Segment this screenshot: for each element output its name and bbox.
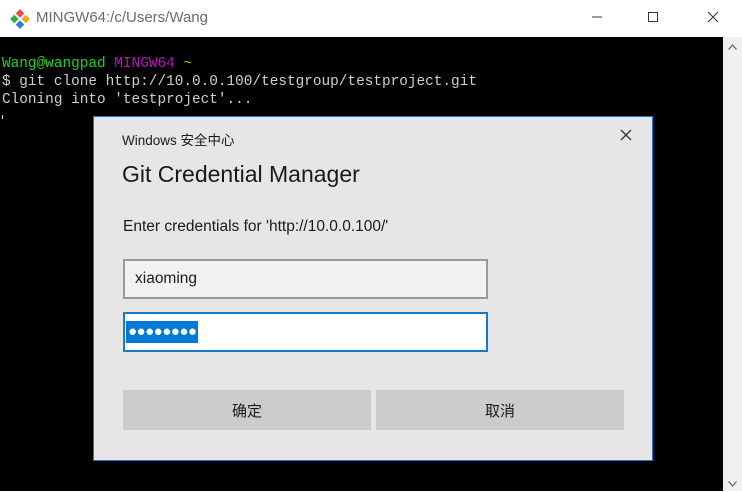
terminal-cursor	[2, 115, 3, 119]
dialog-close-button[interactable]	[609, 122, 643, 152]
username-field[interactable]	[123, 259, 488, 299]
minimize-icon	[591, 10, 603, 28]
maximize-button[interactable]	[630, 0, 676, 37]
password-field[interactable]: ●●●●●●●●	[123, 312, 488, 352]
vertical-scrollbar[interactable]	[723, 37, 742, 491]
maximize-icon	[647, 10, 659, 28]
window-title: MINGW64:/c/Users/Wang	[36, 9, 208, 26]
minimize-button[interactable]	[574, 0, 620, 37]
close-icon	[707, 10, 719, 28]
terminal-command-line: $ git clone http://10.0.0.100/testgroup/…	[2, 74, 477, 90]
ok-button[interactable]: 确定	[123, 390, 371, 430]
password-mask: ●●●●●●●●	[126, 321, 199, 343]
arrow-up-icon	[728, 37, 737, 55]
window-title-bar[interactable]: MINGW64:/c/Users/Wang	[0, 0, 742, 37]
terminal-output-line: Cloning into 'testproject'...	[2, 92, 253, 108]
terminal-prompt-line: Wang@wangpad MINGW64 ~	[2, 55, 192, 73]
scroll-down-button[interactable]	[723, 474, 742, 491]
prompt-user: Wang@wangpad	[2, 56, 106, 72]
credentials-prompt: Enter credentials for 'http://10.0.0.100…	[123, 218, 389, 235]
dialog-heading: Git Credential Manager	[122, 161, 360, 187]
prompt-path: ~	[183, 56, 193, 72]
close-icon	[620, 128, 632, 146]
arrow-down-icon	[728, 474, 737, 492]
close-button[interactable]	[690, 0, 736, 37]
credential-dialog: Windows 安全中心 Git Credential Manager Ente…	[93, 116, 653, 461]
dialog-caption: Windows 安全中心	[122, 133, 235, 148]
cancel-button[interactable]: 取消	[376, 390, 624, 430]
git-icon	[10, 9, 30, 29]
scroll-up-button[interactable]	[723, 37, 742, 54]
prompt-host: MINGW64	[114, 56, 175, 72]
